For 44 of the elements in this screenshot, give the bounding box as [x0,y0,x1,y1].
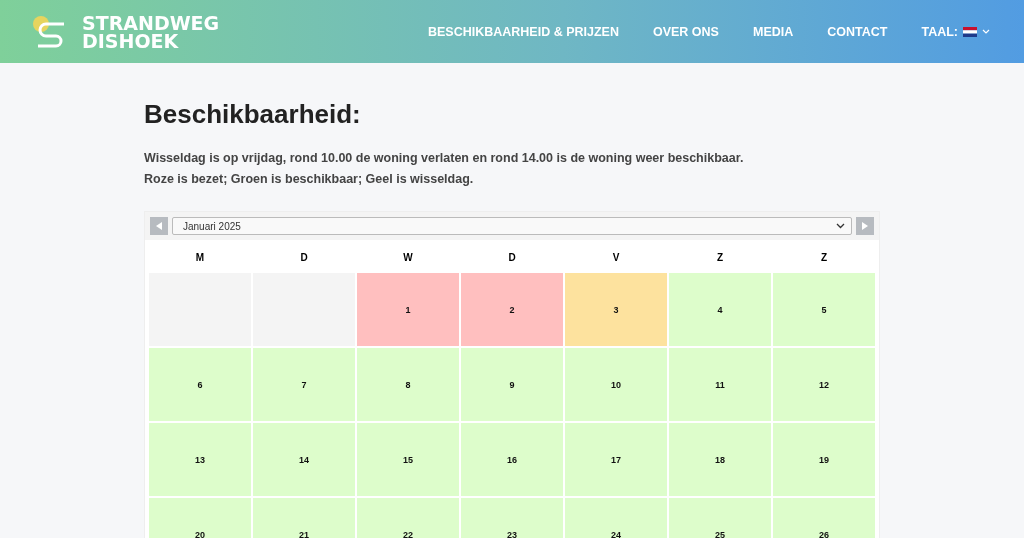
day-cell[interactable]: 20 [149,498,251,538]
day-cell[interactable]: 25 [669,498,771,538]
day-cell[interactable]: 10 [565,348,667,421]
right-triangle-icon [862,222,868,230]
day-cell[interactable]: 8 [357,348,459,421]
weekday-header: V [611,250,621,265]
day-cell[interactable]: 1 [357,273,459,346]
flag-icon [963,26,977,37]
day-cell[interactable]: 4 [669,273,771,346]
weekday-header: M [194,250,206,265]
weekday-header: D [507,250,517,265]
info-text: Wisseldag is op vrijdag, rond 10.00 de woning verlaten en rond 14.00 is de woning weer beschikbaar. [144,152,745,165]
day-cell[interactable]: 9 [461,348,563,421]
previous-month-button[interactable] [150,217,168,235]
day-cell[interactable]: 11 [669,348,771,421]
month-select[interactable]: Januari 2025 [172,217,852,235]
day-cell[interactable]: 26 [773,498,875,538]
weekday-header: D [299,250,309,265]
weekday-header: Z [715,250,725,265]
day-cell[interactable]: 22 [357,498,459,538]
day-cell[interactable]: 13 [149,423,251,496]
weekday-header: W [402,250,414,265]
day-cell[interactable]: 3 [565,273,667,346]
day-cell[interactable]: 24 [565,498,667,538]
chevron-icon [982,29,990,34]
left-triangle-icon [156,222,162,230]
day-cell[interactable]: 7 [253,348,355,421]
day-cell[interactable]: 2 [461,273,563,346]
day-cell[interactable]: 17 [565,423,667,496]
day-cell[interactable]: 15 [357,423,459,496]
day-cell[interactable]: 12 [773,348,875,421]
day-cell[interactable]: 21 [253,498,355,538]
day-cell[interactable]: 14 [253,423,355,496]
next-month-button[interactable] [856,217,874,235]
day-cell[interactable]: 23 [461,498,563,538]
day-cell[interactable]: 16 [461,423,563,496]
day-cell[interactable]: 18 [669,423,771,496]
day-cell[interactable]: 19 [773,423,875,496]
chevron-icon [836,223,845,229]
page-title: Beschikbaarheid: [144,99,362,130]
weekday-header: Z [819,250,829,265]
day-cell[interactable]: 5 [773,273,875,346]
day-cell[interactable]: 6 [149,348,251,421]
info-text: Roze is bezet; Groen is beschikbaar; Geel is wisseldag. [144,173,475,186]
